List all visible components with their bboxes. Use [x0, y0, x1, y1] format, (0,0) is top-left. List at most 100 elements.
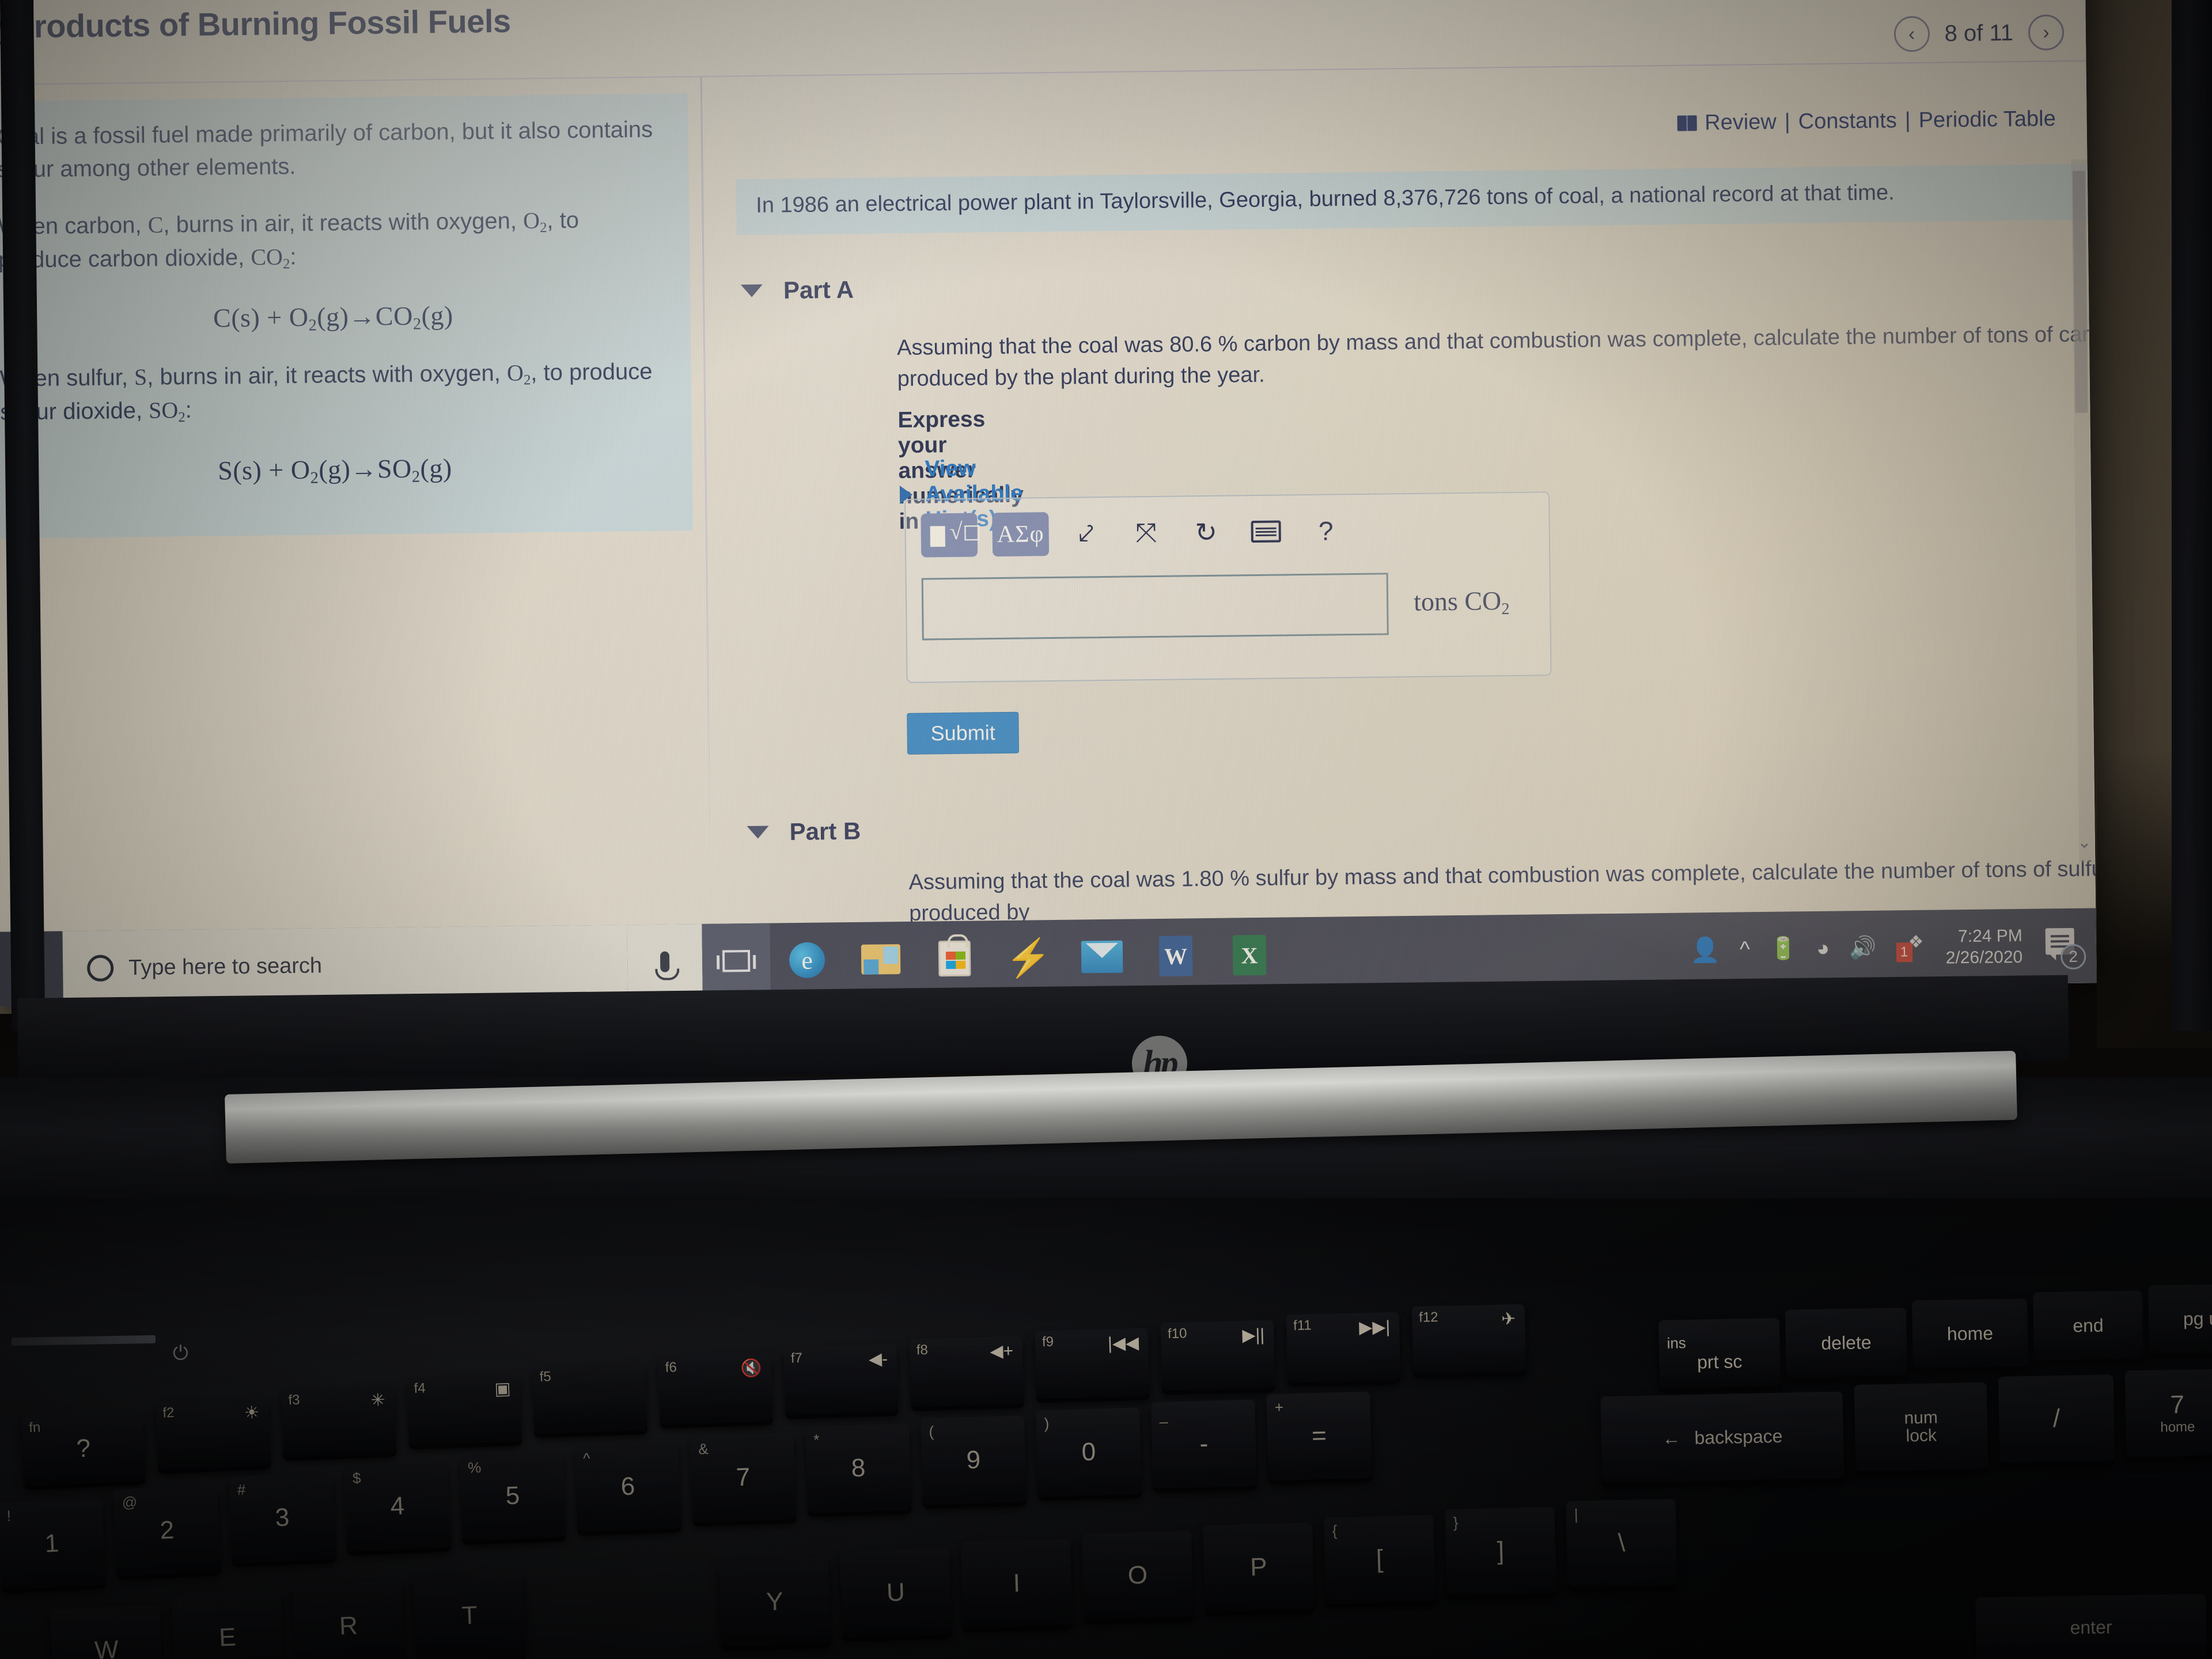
key-minus[interactable]: _ -	[1151, 1399, 1257, 1489]
math-template-button[interactable]: √◻	[921, 513, 982, 558]
key-2[interactable]: @ 2	[113, 1485, 221, 1576]
help-icon[interactable]: ?	[1303, 510, 1349, 552]
key-backspace[interactable]: ← backspace	[1600, 1391, 1844, 1483]
key-f6[interactable]: f6 🔇	[658, 1353, 773, 1425]
key-enter-label: enter	[2070, 1616, 2112, 1638]
key-end-label: end	[2073, 1315, 2104, 1336]
resource-links: Review | Constants | Periodic Table	[1677, 107, 2056, 135]
key-pgup[interactable]: pg up	[2148, 1283, 2212, 1354]
key-home[interactable]: home	[1912, 1298, 2028, 1369]
next-problem-button[interactable]: ›	[2028, 14, 2065, 51]
caret-down-icon-b[interactable]	[747, 825, 769, 839]
intro-p3-colon: :	[185, 397, 192, 423]
scroll-down-caret-icon[interactable]: ⌄	[2077, 832, 2092, 853]
part-a-header[interactable]: Part A	[740, 276, 854, 305]
taskbar-app-lightning[interactable]: ⚡	[991, 920, 1065, 995]
key-f9[interactable]: f9 |◀◀	[1035, 1328, 1150, 1399]
key-f4[interactable]: f4 ▣	[407, 1373, 522, 1446]
scrollbar-thumb[interactable]	[2072, 171, 2088, 413]
part-a-question: Assuming that the coal was 80.6 % carbon…	[896, 321, 2097, 391]
cortana-button[interactable]	[627, 923, 703, 1000]
caret-down-icon[interactable]	[740, 284, 763, 298]
key-4-label: 4	[389, 1491, 406, 1521]
key-u[interactable]: U	[839, 1548, 952, 1638]
submit-button[interactable]: Submit	[907, 711, 1020, 755]
key-8[interactable]: * 8	[805, 1423, 912, 1513]
edge-icon: e	[789, 942, 825, 979]
taskbar-app-mail[interactable]	[1065, 919, 1139, 994]
key-delete[interactable]: delete	[1785, 1308, 1908, 1378]
key-equals[interactable]: + =	[1266, 1391, 1372, 1481]
key-f2[interactable]: f2 ☀	[155, 1397, 271, 1471]
tray-chevron-up-icon[interactable]: ^	[1740, 937, 1750, 962]
key-3-label: 3	[274, 1503, 290, 1532]
key-f12[interactable]: f12 ✈	[1411, 1304, 1527, 1375]
key-7-sup: &	[698, 1440, 709, 1458]
intro-p3-mid: , burns in air, it reacts with oxygen,	[147, 361, 507, 391]
key-y[interactable]: Y	[718, 1556, 831, 1647]
key-end[interactable]: end	[2033, 1290, 2143, 1361]
undo-icon[interactable]: ⤦	[1063, 513, 1109, 555]
key-5[interactable]: % 5	[459, 1450, 566, 1541]
action-center-button[interactable]: 2	[2042, 925, 2086, 970]
key-equals-label: =	[1311, 1421, 1327, 1450]
answer-entry-card: √◻ ΑΣφ ⤦ ⤧ ↻ ? tons CO2	[904, 491, 1552, 683]
key-numlock[interactable]: num lock	[1854, 1382, 1988, 1472]
battery-plug-icon[interactable]: 🔋	[1770, 936, 1797, 962]
key-7[interactable]: & 7	[690, 1433, 797, 1522]
clock[interactable]: 7:24 PM 2/26/2020	[1942, 925, 2023, 969]
key-f5[interactable]: f5	[532, 1362, 647, 1434]
browser-page: Byproducts of Burning Fossil Fuels ‹ 8 o…	[0, 0, 2097, 1007]
people-icon[interactable]: 👤	[1690, 935, 1721, 964]
key-minus-sup: _	[1159, 1406, 1168, 1425]
key-9[interactable]: ( 9	[920, 1415, 1027, 1505]
taskbar-app-store[interactable]	[917, 921, 991, 996]
key-r[interactable]: R	[292, 1581, 405, 1659]
key-6[interactable]: ^ 6	[574, 1441, 681, 1532]
key-0[interactable]: ) 0	[1035, 1407, 1142, 1497]
key-f11[interactable]: f11 ▶▶|	[1286, 1312, 1401, 1383]
taskbar-app-word[interactable]: W	[1138, 918, 1213, 994]
wifi-icon[interactable]: ◕	[1816, 936, 1830, 961]
taskbar-app-file-explorer[interactable]	[843, 922, 918, 997]
key-4[interactable]: $ 4	[344, 1461, 451, 1552]
part-b-header[interactable]: Part B	[747, 817, 861, 846]
power-icon[interactable]: ⏻	[173, 1342, 194, 1364]
key-1[interactable]: ! 1	[0, 1498, 106, 1590]
taskbar-app-excel[interactable]: X	[1212, 917, 1286, 993]
key-f8[interactable]: f8 ◀+	[909, 1336, 1024, 1407]
prev-problem-button[interactable]: ‹	[1893, 16, 1930, 52]
key-f10[interactable]: f10 ▶||	[1160, 1320, 1275, 1391]
key-p[interactable]: P	[1203, 1522, 1315, 1612]
periodic-table-link[interactable]: Periodic Table	[1918, 107, 2055, 133]
key-enter[interactable]: enter	[1975, 1593, 2207, 1659]
key-e[interactable]: E	[171, 1592, 285, 1659]
redo-icon[interactable]: ⤧	[1123, 512, 1169, 554]
key-bracket-left[interactable]: { [	[1324, 1514, 1435, 1604]
key-f7[interactable]: f7 ◀-	[783, 1344, 899, 1415]
key-esc[interactable]: fn ?	[21, 1411, 146, 1486]
keyboard-icon[interactable]	[1243, 510, 1289, 552]
unit-text: tons CO	[1413, 586, 1502, 616]
key-numpad-slash[interactable]: /	[1998, 1374, 2115, 1463]
constants-link[interactable]: Constants	[1798, 108, 1897, 134]
key-o[interactable]: O	[1081, 1531, 1194, 1620]
problem-content: Review | Constants | Periodic Table In 1…	[736, 72, 2097, 926]
taskbar-app-edge[interactable]: e	[770, 922, 844, 998]
key-bracket-right[interactable]: } ]	[1445, 1506, 1556, 1596]
key-backslash[interactable]: | \	[1566, 1498, 1677, 1588]
reset-icon[interactable]: ↻	[1183, 512, 1229, 554]
key-t[interactable]: T	[413, 1570, 526, 1659]
review-link[interactable]: Review	[1705, 110, 1777, 135]
notification-badge[interactable]: 1 ❖	[1896, 933, 1924, 963]
greek-symbols-button[interactable]: ΑΣφ	[992, 512, 1050, 557]
key-f3[interactable]: f3 ✳	[281, 1385, 397, 1457]
key-3[interactable]: # 3	[228, 1472, 336, 1563]
key-numpad-7[interactable]: 7 home	[2124, 1369, 2212, 1457]
task-view-button[interactable]	[702, 923, 771, 999]
key-prtsc[interactable]: ins prt sc	[1658, 1317, 1781, 1389]
answer-input[interactable]	[921, 573, 1389, 641]
key-i[interactable]: I	[960, 1539, 1073, 1628]
key-w[interactable]: W	[50, 1604, 164, 1659]
volume-icon[interactable]: 🔊	[1849, 935, 1877, 961]
